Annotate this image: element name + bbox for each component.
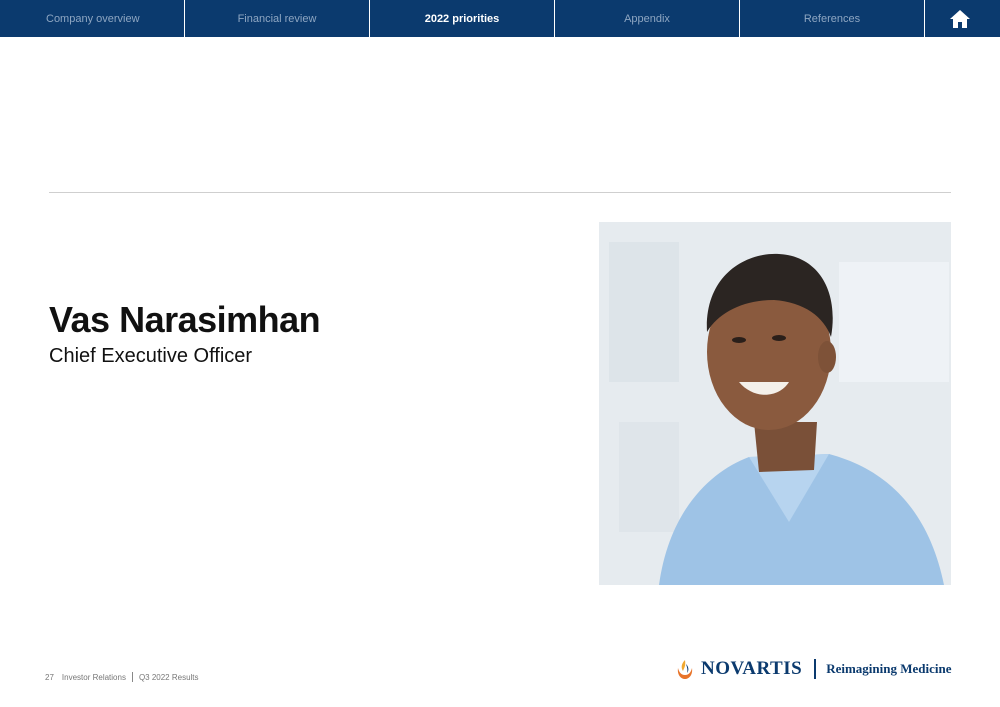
tab-2022-priorities[interactable]: 2022 priorities: [370, 0, 555, 37]
tab-financial-review[interactable]: Financial review: [185, 0, 370, 37]
logo-separator: [814, 659, 817, 679]
footer-separator: [131, 672, 133, 682]
tab-company-overview[interactable]: Company overview: [0, 0, 185, 37]
footer-document: Q3 2022 Results: [138, 672, 199, 682]
portrait-photo: [599, 222, 951, 585]
person-name: Vas Narasimhan: [49, 299, 321, 340]
home-icon: [950, 9, 970, 28]
page-number: 27: [45, 672, 54, 682]
footer-section: Investor Relations: [61, 672, 126, 682]
section-divider: [49, 192, 951, 193]
brand-name: NOVARTIS: [701, 658, 803, 679]
brand-tagline: Reimagining Medicine: [826, 661, 952, 676]
home-button[interactable]: [925, 0, 995, 37]
novartis-flame-icon: [677, 660, 693, 679]
footer-info: 27 Investor Relations Q3 2022 Results: [45, 672, 199, 682]
top-navigation: Company overview Financial review 2022 p…: [0, 0, 1000, 37]
person-title: Chief Executive Officer: [49, 345, 253, 367]
novartis-logo: NOVARTIS Reimagining Medicine: [675, 658, 951, 680]
tab-appendix[interactable]: Appendix: [555, 0, 740, 37]
tab-references[interactable]: References: [740, 0, 925, 37]
